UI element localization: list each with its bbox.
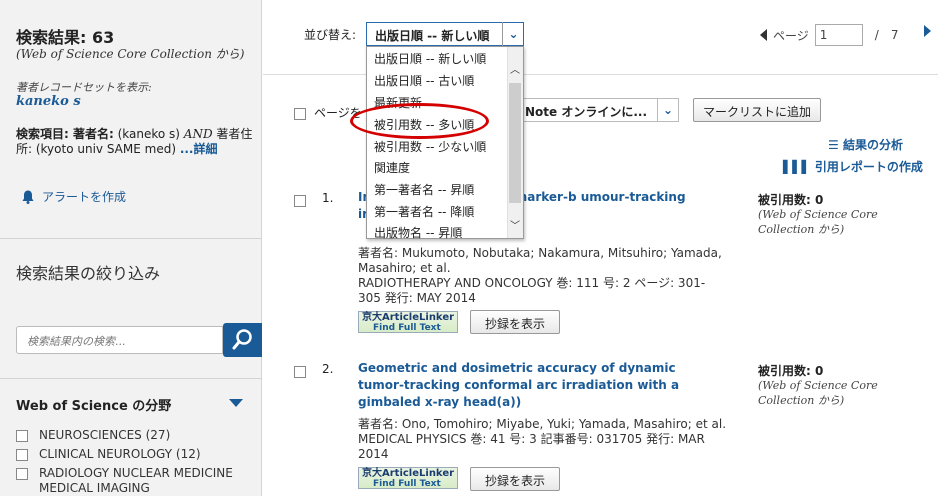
sort-option[interactable]: 出版物名 -- 昇順 — [374, 224, 462, 241]
record-authors: 著者名: Mukumoto, Nobutaka; Nakamura, Mitsu… — [358, 246, 722, 275]
prev-page-icon[interactable] — [760, 29, 767, 41]
category-item[interactable]: NEUROSCIENCES (27) — [16, 428, 170, 442]
record-checkbox[interactable] — [294, 366, 306, 378]
record-source: MEDICAL PHYSICS 巻: 41 号: 3 記事番号: 031705 … — [358, 432, 705, 461]
search-icon — [232, 329, 252, 350]
times-cited-source: (Web of Science Core Collection から) — [758, 208, 878, 236]
view-abstract-button[interactable]: 抄録を表示 — [470, 310, 560, 334]
bar-chart-icon: ▌▌▌ — [783, 160, 815, 174]
next-page-icon[interactable] — [924, 25, 931, 37]
sort-select[interactable]: 出版日順 -- 新しい順 — [366, 22, 524, 46]
dropdown-scrollbar[interactable]: ︿ ﹀ — [507, 47, 523, 238]
checkbox[interactable] — [16, 449, 28, 461]
sort-label: 並び替え: — [304, 28, 357, 42]
category-item[interactable]: CLINICAL NEUROLOGY (12) — [16, 447, 201, 461]
divider — [263, 74, 938, 75]
create-alert-link[interactable]: アラートを作成 — [22, 188, 126, 205]
checkbox[interactable] — [16, 468, 28, 480]
record-checkbox[interactable] — [294, 195, 306, 207]
divider — [0, 238, 262, 239]
page-input[interactable]: 1 — [814, 24, 863, 46]
refine-search-button[interactable] — [223, 323, 262, 357]
record-number: 2. — [322, 362, 334, 376]
wos-results-page: 検索結果: 63 (Web of Science Core Collection… — [0, 0, 938, 496]
record-authors: 著者名: Ono, Tomohiro; Miyabe, Yuki; Yamada… — [358, 417, 727, 431]
create-alert-label: アラートを作成 — [42, 190, 127, 204]
article-linker-button[interactable]: 京大ArticleLinker Find Full Text — [358, 467, 458, 489]
highlight-circle-annotation — [350, 103, 489, 139]
record-number: 1. — [322, 191, 334, 205]
page-total: 7 — [890, 28, 899, 42]
endnote-select[interactable]: Note オンラインに... — [516, 98, 658, 122]
refine-title: 検索結果の絞り込み — [16, 264, 161, 283]
chevron-down-icon[interactable]: ⌄ — [502, 22, 524, 46]
page-label: ページ — [773, 28, 809, 43]
sort-dropdown-list[interactable]: 出版日順 -- 新しい順 出版日順 -- 古い順 最新更新 被引用数 -- 多い… — [366, 46, 524, 241]
chevron-down-icon[interactable] — [229, 399, 243, 407]
category-item[interactable]: RADIOLOGY NUCLEAR MEDICINE MEDICAL IMAGI… — [16, 466, 246, 496]
sidebar: 検索結果: 63 (Web of Science Core Collection… — [0, 0, 262, 496]
pagination: ページ 1 / 7 — [760, 24, 898, 46]
sort-option[interactable]: 関連度 — [374, 159, 410, 176]
times-cited-source: (Web of Science Core Collection から) — [758, 379, 878, 407]
sort-option[interactable]: 第一著者名 -- 昇順 — [374, 181, 474, 198]
checkbox[interactable] — [16, 430, 28, 442]
add-to-marked-list-button[interactable]: マークリストに追加 — [693, 98, 821, 122]
wos-categories-title: Web of Science の分野 — [16, 399, 172, 414]
sort-option[interactable]: 出版日順 -- 新しい順 — [374, 50, 486, 67]
search-query: 検索項目: 著者名: (kaneko s) AND 著者住所: (kyoto u… — [16, 127, 253, 156]
divider — [0, 378, 262, 379]
record-set-link[interactable]: kaneko s — [16, 94, 81, 109]
scrollbar-thumb[interactable] — [509, 83, 521, 203]
times-cited: 被引用数: 0 — [758, 193, 824, 207]
query-details-link[interactable]: ...詳細 — [180, 142, 218, 156]
results-source: (Web of Science Core Collection から) — [16, 47, 245, 61]
article-linker-button[interactable]: 京大ArticleLinker Find Full Text — [358, 311, 458, 333]
page-separator: / — [874, 28, 879, 42]
list-icon: ☰ — [828, 138, 843, 152]
view-abstract-button[interactable]: 抄録を表示 — [470, 467, 560, 491]
bell-icon — [22, 190, 34, 204]
analyze-results-link[interactable]: ☰ 結果の分析 — [828, 136, 903, 153]
select-page-checkbox[interactable] — [294, 108, 306, 120]
record-source: RADIOTHERAPY AND ONCOLOGY 巻: 111 号: 2 ペー… — [358, 276, 706, 305]
times-cited: 被引用数: 0 — [758, 364, 824, 378]
record-set-label: 著者レコードセットを表示: — [16, 81, 152, 94]
record-title-link[interactable]: Geometric and dosimetric accuracy of dyn… — [358, 360, 708, 411]
scroll-down-icon[interactable]: ﹀ — [510, 217, 520, 232]
chevron-down-icon[interactable]: ⌄ — [657, 98, 679, 122]
citation-report-link[interactable]: ▌▌▌ 引用レポートの作成 — [783, 158, 923, 175]
refine-search-input[interactable]: 検索結果内の検索... — [16, 326, 223, 354]
scroll-up-icon[interactable]: ︿ — [510, 61, 520, 76]
sort-option[interactable]: 出版日順 -- 古い順 — [374, 72, 474, 89]
sort-option[interactable]: 第一著者名 -- 降順 — [374, 203, 474, 220]
sort-option[interactable]: 被引用数 -- 少ない順 — [374, 138, 486, 155]
